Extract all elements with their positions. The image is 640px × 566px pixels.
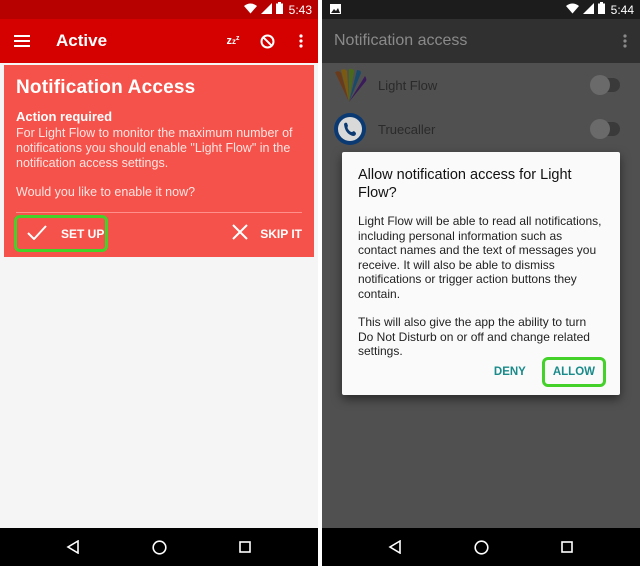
setup-button[interactable]: SET UP xyxy=(14,215,108,252)
close-icon xyxy=(232,224,248,243)
allow-button[interactable]: ALLOW xyxy=(541,357,606,387)
card-body: For Light Flow to monitor the maximum nu… xyxy=(16,126,293,170)
skip-button-label: SKIP IT xyxy=(260,226,302,241)
card-title: Notification Access xyxy=(16,77,196,98)
checkmark-icon xyxy=(27,224,47,243)
wifi-icon xyxy=(243,3,257,17)
status-bar: 5:43 xyxy=(0,0,318,19)
recents-icon[interactable] xyxy=(225,528,265,566)
back-icon[interactable] xyxy=(53,528,93,566)
home-icon[interactable] xyxy=(139,528,179,566)
dialog-body-paragraph-2: This will also give the app the ability … xyxy=(358,315,590,358)
status-time: 5:43 xyxy=(288,2,312,17)
wifi-icon xyxy=(565,3,579,17)
truecaller-toggle[interactable] xyxy=(590,119,620,139)
card-question: Would you like to enable it now? xyxy=(16,185,196,199)
list-item[interactable]: Truecaller xyxy=(322,107,640,151)
app-bar: Notification access xyxy=(322,19,640,63)
deny-button[interactable]: DENY xyxy=(484,360,536,384)
light-flow-app-icon xyxy=(332,67,368,103)
card-divider xyxy=(16,212,302,213)
signal-icon xyxy=(260,2,272,17)
signal-icon xyxy=(582,2,594,17)
dialog-body: Light Flow will be able to read all noti… xyxy=(358,214,604,359)
status-time: 5:44 xyxy=(610,2,634,17)
left-screen: 5:43 Active zzz Notification Access Acti… xyxy=(0,0,318,566)
truecaller-app-icon xyxy=(332,111,368,147)
navigation-bar xyxy=(0,528,318,566)
notification-access-card: Notification Access Action required For … xyxy=(4,65,314,257)
card-subtitle: Action required xyxy=(16,109,113,124)
navigation-bar xyxy=(322,528,640,566)
dialog-title: Allow notification access for Light Flow… xyxy=(358,167,572,201)
light-flow-toggle[interactable] xyxy=(590,75,620,95)
permission-dialog: Allow notification access for Light Flow… xyxy=(342,152,620,395)
status-bar: 5:44 xyxy=(322,0,640,19)
home-icon[interactable] xyxy=(461,528,501,566)
app-bar: Active zzz xyxy=(0,19,318,63)
back-icon[interactable] xyxy=(375,528,415,566)
app-bar-title: Active xyxy=(56,31,108,50)
dialog-body-paragraph-1: Light Flow will be able to read all noti… xyxy=(358,214,602,301)
hamburger-menu-icon[interactable] xyxy=(0,19,44,63)
app-name: Truecaller xyxy=(378,121,436,137)
battery-icon xyxy=(597,2,605,17)
snooze-icon[interactable]: zzz xyxy=(216,19,250,63)
overflow-menu-icon[interactable] xyxy=(284,19,318,63)
dialog-actions: DENY ALLOW xyxy=(484,357,606,387)
app-bar-title: Notification access xyxy=(334,32,468,49)
app-name: Light Flow xyxy=(378,77,438,93)
list-item[interactable]: Light Flow xyxy=(322,63,640,107)
right-screen: 5:44 Notification access Light Flow True… xyxy=(322,0,640,566)
skip-button[interactable]: SKIP IT xyxy=(232,215,302,252)
gallery-notification-icon xyxy=(330,3,341,17)
battery-icon xyxy=(275,2,283,17)
recents-icon[interactable] xyxy=(547,528,587,566)
setup-button-label: SET UP xyxy=(61,226,105,241)
overflow-menu-icon[interactable] xyxy=(610,34,640,48)
block-icon[interactable] xyxy=(250,19,284,63)
